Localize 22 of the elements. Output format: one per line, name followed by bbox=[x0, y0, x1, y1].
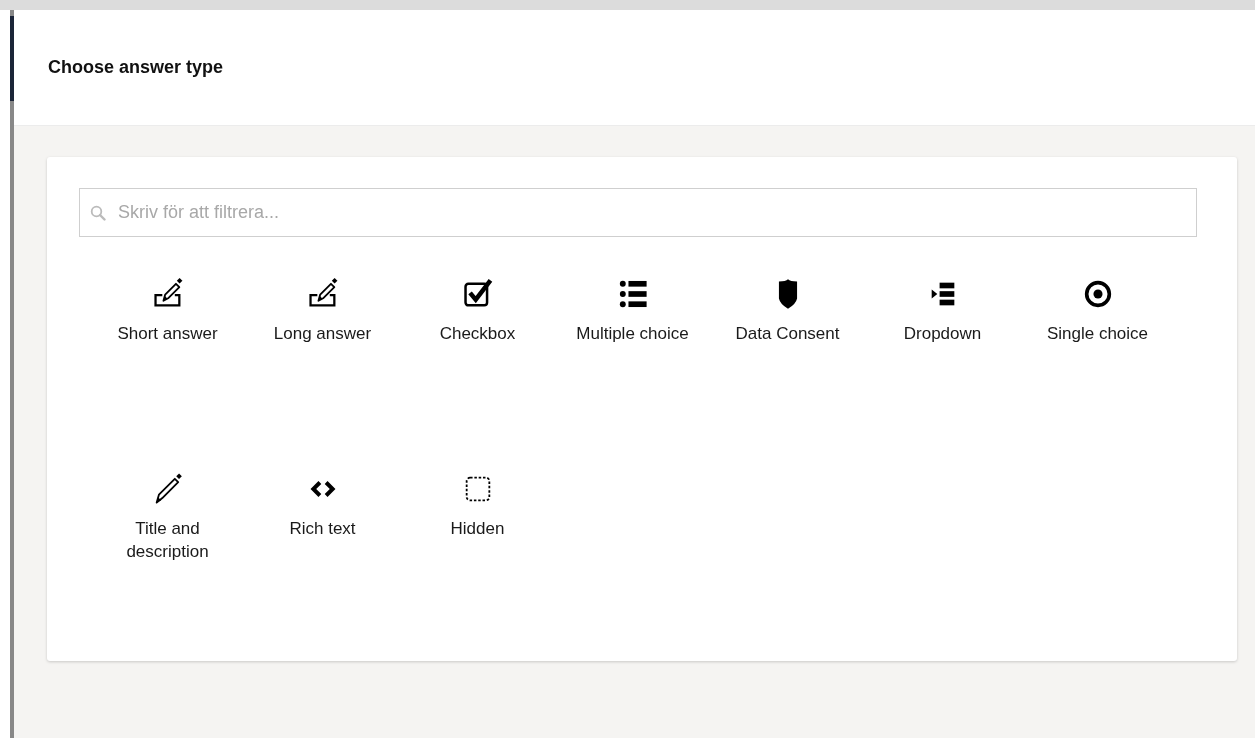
answer-type-option[interactable]: Multiple choice bbox=[555, 277, 710, 472]
option-label: Data Consent bbox=[735, 323, 840, 345]
answer-type-option[interactable]: Checkbox bbox=[400, 277, 555, 472]
option-label: Hidden bbox=[450, 518, 505, 540]
option-label: Dropdown bbox=[903, 323, 982, 345]
option-label: Short answer bbox=[117, 323, 218, 345]
answer-type-option[interactable]: Data Consent bbox=[710, 277, 865, 472]
search-field[interactable]: Skriv för att filtrera... bbox=[79, 188, 1197, 237]
answer-type-option[interactable]: Long answer bbox=[245, 277, 400, 472]
answer-type-option[interactable]: Hidden bbox=[400, 472, 555, 667]
option-label: Title and description bbox=[125, 518, 210, 563]
option-label: Long answer bbox=[273, 323, 372, 345]
answer-type-option[interactable]: Title and description bbox=[90, 472, 245, 667]
option-label: Multiple choice bbox=[576, 323, 689, 345]
answer-type-option[interactable]: Rich text bbox=[245, 472, 400, 667]
option-label: Rich text bbox=[289, 518, 356, 540]
option-label: Checkbox bbox=[439, 323, 516, 345]
option-label: Single choice bbox=[1046, 323, 1149, 345]
dialog-title: Choose answer type bbox=[48, 57, 224, 78]
answer-type-option[interactable]: Dropdown bbox=[865, 277, 1020, 472]
answer-type-option[interactable]: Short answer bbox=[90, 277, 245, 472]
answer-type-option[interactable]: Single choice bbox=[1020, 277, 1175, 472]
